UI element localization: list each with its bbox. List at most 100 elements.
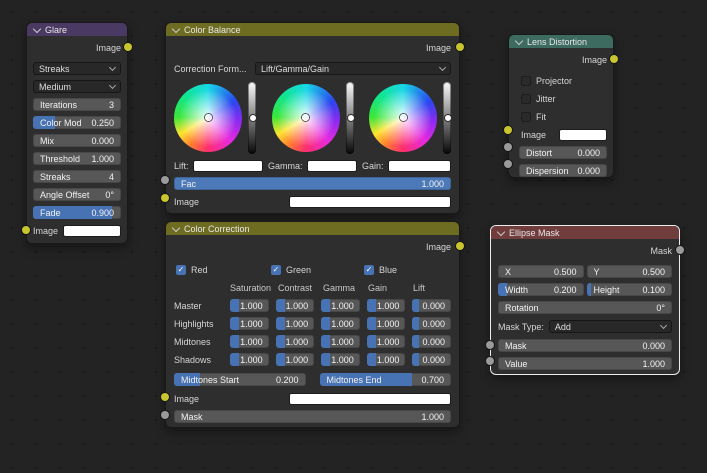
fac-slider[interactable]: Fac 1.000 [174,177,451,190]
highlights-gain-slider[interactable]: 1.000 [366,317,406,330]
image-color-swatch[interactable] [63,224,121,237]
glare-node-header[interactable]: Glare [27,23,127,36]
color-correction-node[interactable]: Color Correction Image Red Green Blue [161,221,464,428]
correction-formula-dropdown[interactable]: Lift/Gamma/Gain [255,62,451,75]
slider-handle[interactable] [346,114,355,122]
ellipse-mask-node-header[interactable]: Ellipse Mask [491,226,679,239]
collapse-chevron-icon[interactable] [171,24,181,33]
red-channel-checkbox[interactable] [176,264,186,275]
blue-channel-checkbox[interactable] [364,264,374,275]
color-correction-node-header[interactable]: Color Correction [166,222,459,235]
angle-offset-field[interactable]: Angle Offset 0° [33,188,121,201]
master-gamma-slider[interactable]: 1.000 [321,299,360,312]
mask-slider[interactable]: Mask 1.000 [174,410,451,423]
master-gain-slider[interactable]: 1.000 [366,299,406,312]
color-balance-node-header[interactable]: Color Balance [166,23,459,36]
fac-input-socket[interactable] [161,176,169,184]
collapse-chevron-icon[interactable] [496,227,506,236]
mask-slider[interactable]: Mask 0.000 [498,339,672,352]
image-color-swatch[interactable] [559,128,607,141]
streaks-field[interactable]: Streaks 4 [33,170,121,183]
image-input-socket[interactable] [161,393,169,401]
midtones-gain-slider[interactable]: 1.000 [366,335,406,348]
projector-checkbox[interactable] [521,75,531,86]
wheel-cursor[interactable] [302,114,309,121]
gain-value-slider[interactable] [443,81,452,154]
mix-slider[interactable]: Mix 0.000 [33,134,121,147]
mask-input-socket[interactable] [161,411,169,419]
highlights-gamma-slider[interactable]: 1.000 [321,317,360,330]
collapse-chevron-icon[interactable] [171,223,181,232]
value-slider[interactable]: Value 1.000 [498,357,672,370]
image-input-socket[interactable] [22,226,30,234]
midtones-start-slider[interactable]: Midtones Start 0.200 [174,373,306,386]
gamma-color-swatch[interactable] [306,159,357,172]
x-field[interactable]: X 0.500 [498,265,584,278]
master-lift-slider[interactable]: 0.000 [412,299,451,312]
threshold-field[interactable]: Threshold 1.000 [33,152,121,165]
dispersion-input-socket[interactable] [504,160,512,168]
mask-type-dropdown[interactable]: Add [548,320,672,333]
master-saturation-slider[interactable]: 1.000 [230,299,269,312]
midtones-end-slider[interactable]: Midtones End 0.700 [319,373,451,386]
midtones-contrast-slider[interactable]: 1.000 [275,335,315,348]
image-color-swatch[interactable] [289,392,451,405]
wheel-cursor[interactable] [399,114,407,121]
midtones-lift-slider[interactable]: 0.000 [412,335,451,348]
slider-handle[interactable] [444,114,452,122]
gamma-value-slider[interactable] [345,81,355,154]
image-output-socket[interactable] [124,43,132,51]
node-editor-canvas[interactable]: Glare Image Streaks Medium Iterations 3 C… [0,0,707,473]
width-slider[interactable]: Width 0.200 [498,283,584,296]
lens-distortion-node[interactable]: Lens Distortion Image Projector Jitter F… [504,34,618,178]
fit-checkbox[interactable] [521,111,531,122]
midtones-gamma-slider[interactable]: 1.000 [321,335,360,348]
glare-quality-dropdown[interactable]: Medium [33,80,121,93]
distort-field[interactable]: Distort 0.000 [519,146,607,159]
dispersion-field[interactable]: Dispersion 0.000 [519,164,607,177]
shadows-lift-slider[interactable]: 0.000 [412,353,451,366]
distort-input-socket[interactable] [504,143,512,151]
ellipse-mask-node[interactable]: Ellipse Mask Mask X 0.500 Y 0.500 Width 0.2… [486,225,684,375]
mask-output-socket[interactable] [676,246,684,254]
gain-color-swatch[interactable] [387,159,451,172]
shadows-contrast-slider[interactable]: 1.000 [275,353,315,366]
image-color-swatch[interactable] [289,195,451,208]
highlights-saturation-slider[interactable]: 1.000 [230,317,269,330]
mask-input-socket[interactable] [486,341,494,349]
image-input-socket[interactable] [161,194,169,202]
glare-type-dropdown[interactable]: Streaks [33,62,121,75]
height-slider[interactable]: Height 0.100 [586,283,672,296]
wheel-cursor[interactable] [204,114,212,121]
image-output-socket[interactable] [610,55,618,63]
shadows-saturation-slider[interactable]: 1.000 [230,353,269,366]
slider-handle[interactable] [249,114,257,122]
gamma-color-wheel[interactable] [271,83,340,152]
y-field[interactable]: Y 0.500 [586,265,672,278]
shadows-gamma-slider[interactable]: 1.000 [321,353,360,366]
lift-color-wheel[interactable] [174,83,242,152]
rotation-field[interactable]: Rotation 0° [498,301,672,314]
color-mod-slider[interactable]: Color Mod 0.250 [33,116,121,129]
image-input-socket[interactable] [504,126,512,134]
highlights-lift-slider[interactable]: 0.000 [412,317,451,330]
lift-value-slider[interactable] [248,81,257,154]
shadows-gain-slider[interactable]: 1.000 [366,353,406,366]
lift-color-swatch[interactable] [192,159,263,172]
glare-node[interactable]: Glare Image Streaks Medium Iterations 3 C… [22,22,132,244]
fade-slider[interactable]: Fade 0.900 [33,206,121,219]
highlights-contrast-slider[interactable]: 1.000 [275,317,315,330]
gain-color-wheel[interactable] [369,83,437,152]
iterations-field[interactable]: Iterations 3 [33,98,121,111]
jitter-checkbox[interactable] [521,93,531,104]
master-contrast-slider[interactable]: 1.000 [275,299,315,312]
lens-distortion-node-header[interactable]: Lens Distortion [509,35,613,48]
collapse-chevron-icon[interactable] [32,24,42,33]
collapse-chevron-icon[interactable] [514,36,524,45]
image-output-socket[interactable] [456,43,464,51]
midtones-saturation-slider[interactable]: 1.000 [230,335,269,348]
value-input-socket[interactable] [486,357,494,365]
green-channel-checkbox[interactable] [271,264,281,275]
color-balance-node[interactable]: Color Balance Image Correction Form... L… [161,22,464,214]
image-output-socket[interactable] [456,242,464,250]
